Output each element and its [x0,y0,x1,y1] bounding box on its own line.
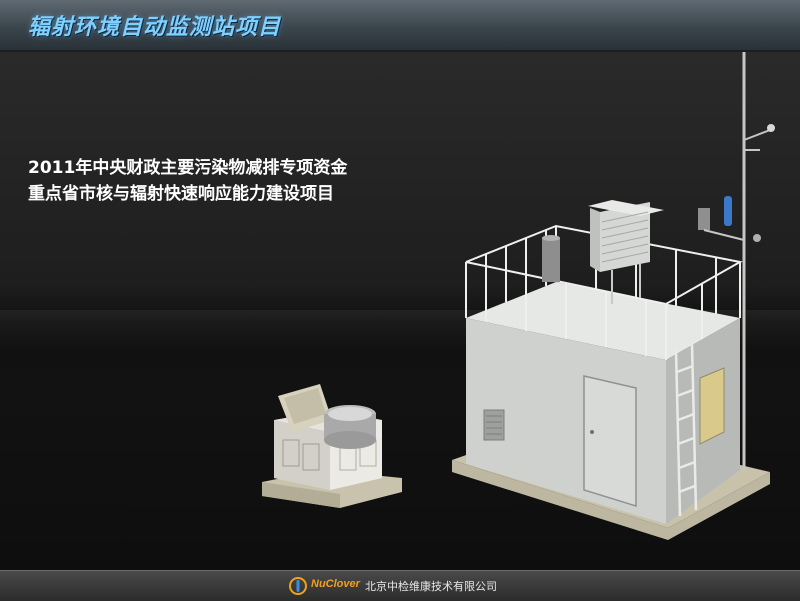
monitoring-station [452,52,775,540]
sampler-unit [262,384,402,508]
main-area: 2011年中央财政主要污染物减排专项资金 重点省市核与辐射快速响应能力建设项目 [0,52,800,570]
footer: NuClover 北京中检维康技术有限公司 [0,570,800,601]
company-name: 北京中检维康技术有限公司 [365,580,497,593]
title-bar: 辐射环境自动监测站项目 [0,0,800,52]
brand-name: NuClover [311,578,360,590]
nuclover-logo-icon [289,577,307,595]
station-illustration [262,52,775,540]
page-title: 辐射环境自动监测站项目 [28,15,282,40]
